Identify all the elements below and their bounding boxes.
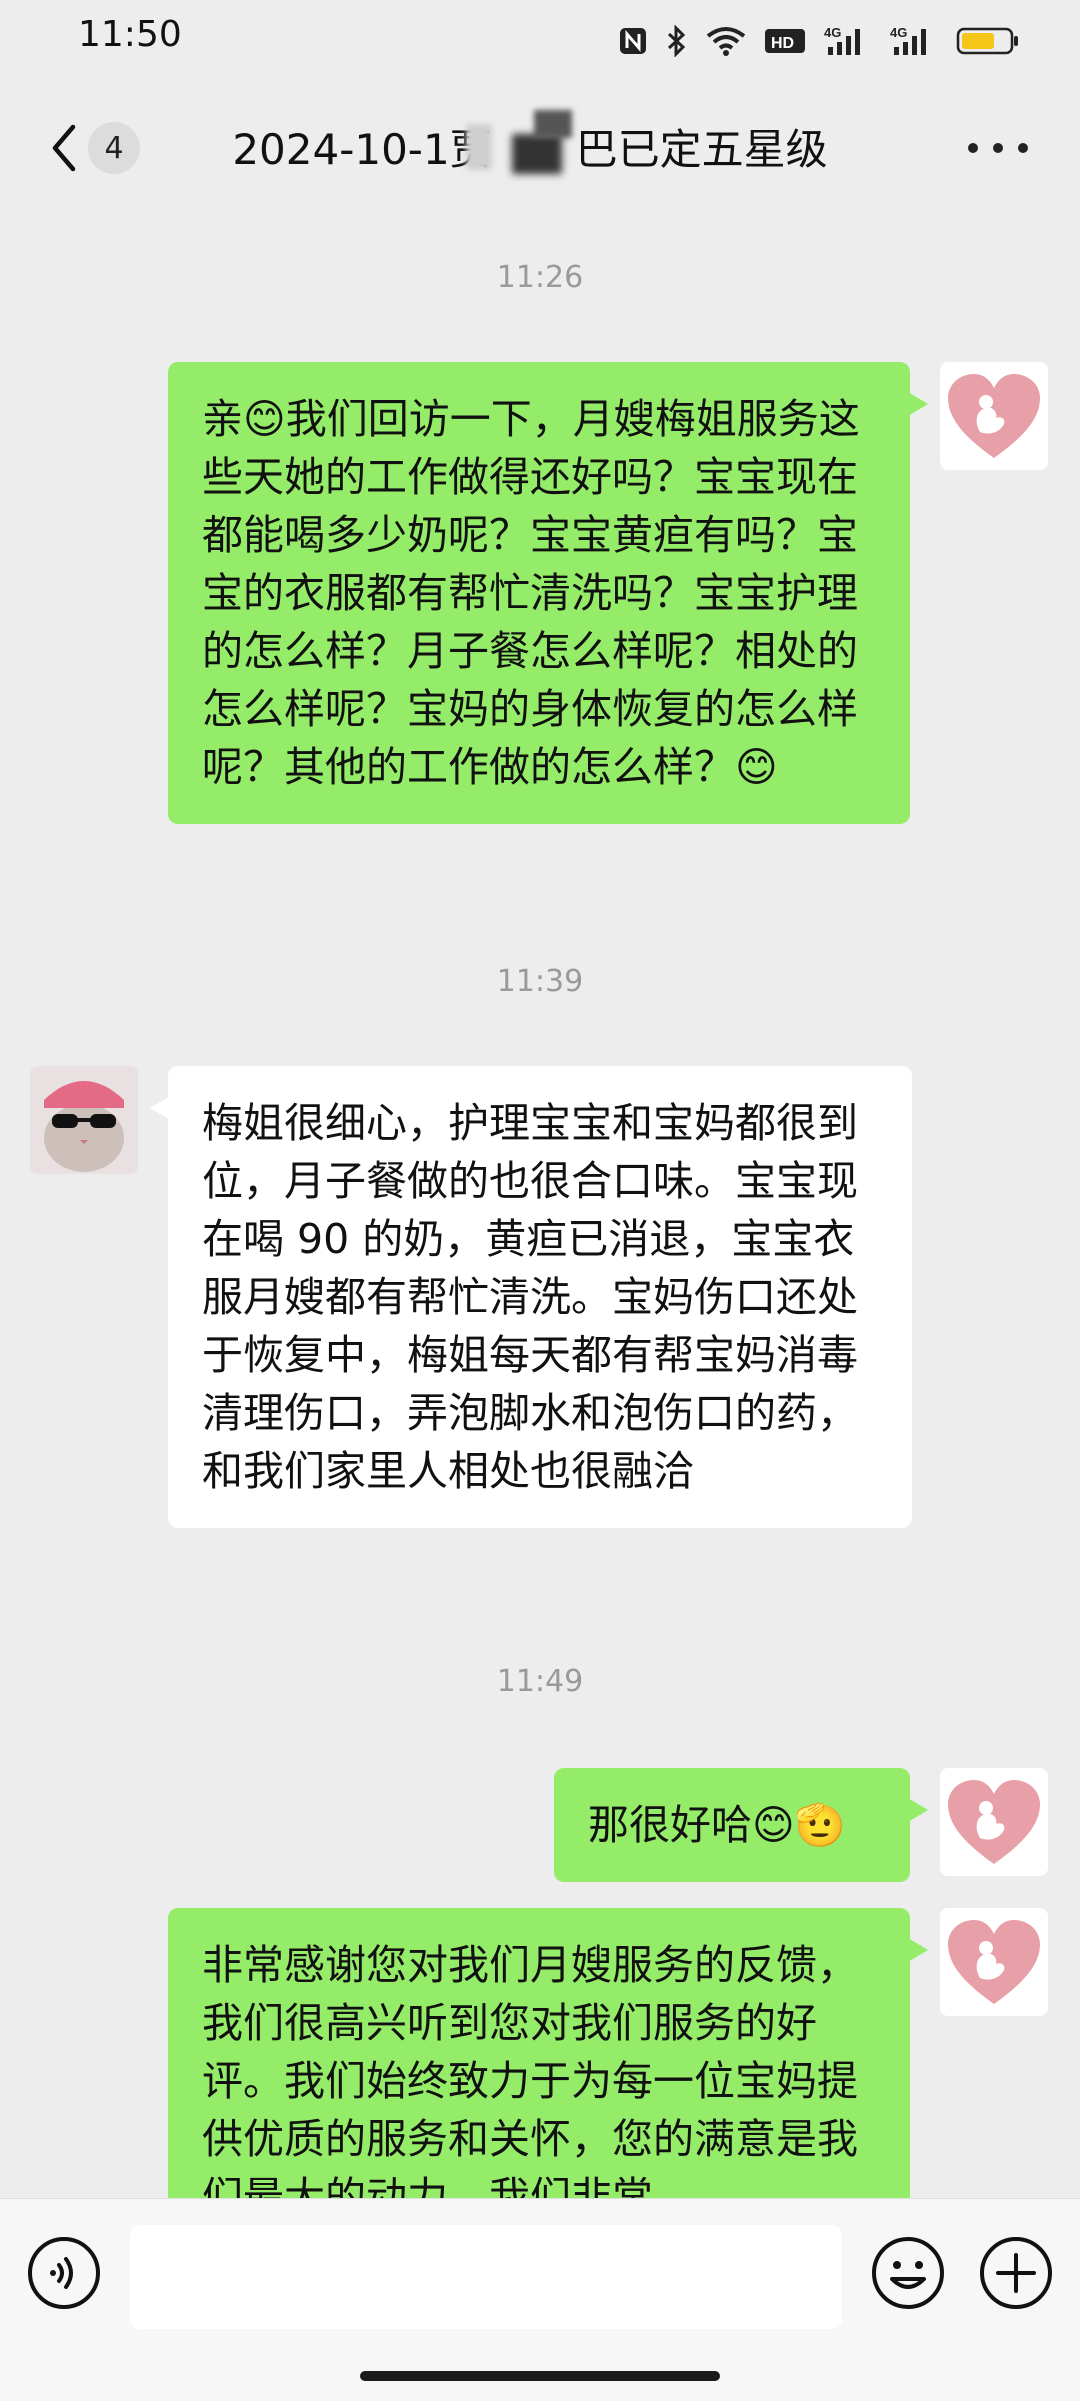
message-bubble-outgoing[interactable]: 非常感谢您对我们月嫂服务的反馈，我们很高兴听到您对我们服务的好评。我们始终致力于… xyxy=(168,1908,928,2198)
title-redaction xyxy=(512,134,562,174)
back-button[interactable] xyxy=(34,118,94,178)
signal-4g-icon: 4G xyxy=(824,25,872,57)
message-timestamp: 11:26 xyxy=(496,260,584,295)
plus-icon xyxy=(980,2237,1052,2309)
battery-icon xyxy=(956,25,1020,57)
home-indicator[interactable] xyxy=(360,2371,720,2381)
svg-text:4G: 4G xyxy=(824,25,841,40)
cat-avatar-icon xyxy=(30,1066,138,1174)
more-icon xyxy=(968,143,978,153)
brand-heart-logo-icon xyxy=(948,1920,1040,2004)
message-bubble-outgoing[interactable]: 亲😊我们回访一下，月嫂梅姐服务这些天她的工作做得还好吗？宝宝现在都能喝多少奶呢？… xyxy=(168,362,928,824)
status-icons: HD 4G 4G xyxy=(618,16,1020,66)
signal-4g-icon: 4G xyxy=(890,25,938,57)
hd-call-icon: HD xyxy=(764,26,806,56)
bluetooth-icon xyxy=(666,25,688,57)
avatar[interactable] xyxy=(30,1066,138,1174)
voice-button[interactable] xyxy=(26,2235,102,2311)
emoji-icon xyxy=(872,2237,944,2309)
message-list[interactable]: 11:26 亲😊我们回访一下，月嫂梅姐服务这些天她的工作做得还好吗？宝宝现在都能… xyxy=(0,214,1080,2198)
message-input-bar xyxy=(0,2198,1080,2401)
nfc-icon xyxy=(618,26,648,56)
avatar[interactable] xyxy=(940,1908,1048,2016)
more-functions-button[interactable] xyxy=(978,2235,1054,2311)
message-input[interactable] xyxy=(130,2225,842,2329)
brand-heart-logo-icon xyxy=(948,374,1040,458)
message-bubble-incoming[interactable]: 梅姐很细心，护理宝宝和宝妈都很到位，月子餐做的也很合口味。宝宝现在喝 90 的奶… xyxy=(150,1066,912,1528)
message-timestamp: 11:39 xyxy=(496,964,584,999)
avatar[interactable] xyxy=(940,362,1048,470)
voice-icon xyxy=(28,2237,100,2309)
unread-count-badge[interactable]: 4 xyxy=(88,122,140,174)
message-timestamp: 11:49 xyxy=(496,1664,584,1699)
chevron-left-icon xyxy=(52,124,76,172)
svg-text:4G: 4G xyxy=(890,25,907,40)
emoji-button[interactable] xyxy=(870,2235,946,2311)
message-bubble-outgoing[interactable]: 那很好哈😊🫡 xyxy=(554,1768,928,1882)
wifi-icon xyxy=(706,26,746,56)
svg-text:HD: HD xyxy=(771,35,794,52)
status-bar: 11:50 HD 4G 4G xyxy=(0,0,1080,82)
brand-heart-logo-icon xyxy=(948,1780,1040,1864)
avatar[interactable] xyxy=(940,1768,1048,1876)
title-redaction xyxy=(466,124,492,170)
status-time: 11:50 xyxy=(78,14,182,55)
title-redaction xyxy=(534,110,572,138)
more-button[interactable] xyxy=(968,128,1028,168)
